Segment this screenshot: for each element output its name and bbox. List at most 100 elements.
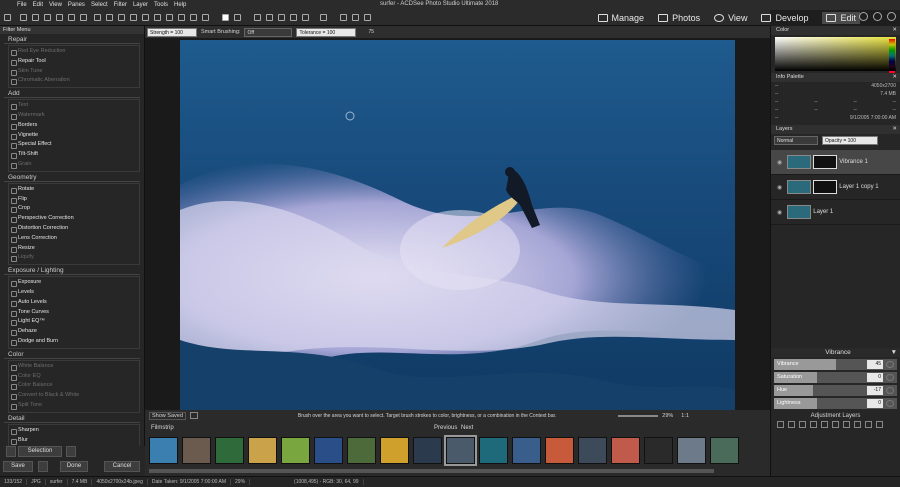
filmstrip-thumbnail[interactable] xyxy=(215,437,244,464)
filmstrip-thumbnail[interactable] xyxy=(512,437,541,464)
adjustment-slider[interactable]: Hue -17 xyxy=(774,385,897,396)
filter-item[interactable]: Flip xyxy=(9,195,139,205)
eye-icon[interactable]: ◉ xyxy=(777,159,782,166)
filmstrip-scrollbar[interactable] xyxy=(149,469,714,473)
menu-edit[interactable]: Edit xyxy=(33,2,43,8)
filmstrip-thumbnail[interactable] xyxy=(314,437,343,464)
filter-item[interactable]: Distortion Correction xyxy=(9,224,139,234)
brush-preset-icon[interactable] xyxy=(6,446,16,457)
filmstrip-thumbnail[interactable] xyxy=(545,437,574,464)
lasso-icon[interactable] xyxy=(118,14,125,21)
ultimate-icon[interactable] xyxy=(859,12,868,21)
close-icon[interactable]: ✕ xyxy=(892,26,897,35)
filmstrip-thumbnail[interactable] xyxy=(413,437,442,464)
display-icon[interactable] xyxy=(340,14,347,21)
magic-wand-icon[interactable] xyxy=(80,14,87,21)
filter-section-header[interactable]: Geometry xyxy=(4,174,140,182)
filmstrip-thumbnail[interactable] xyxy=(479,437,508,464)
reset-icon[interactable] xyxy=(886,374,894,381)
rect-select-icon[interactable] xyxy=(94,14,101,21)
blend-mode-select[interactable]: Normal xyxy=(774,136,818,145)
smart-brushing-select[interactable]: Off xyxy=(244,27,293,37)
ellipse-select-icon[interactable] xyxy=(106,14,113,21)
slider-value-field[interactable]: -17 xyxy=(867,386,883,395)
add-layer-icon[interactable] xyxy=(865,421,872,428)
foreground-color-icon[interactable] xyxy=(222,14,229,21)
filter-item[interactable]: Perspective Correction xyxy=(9,214,139,224)
adj-color-icon[interactable] xyxy=(810,421,817,428)
filmstrip-thumbnail[interactable] xyxy=(444,435,477,466)
adjustment-slider[interactable]: Vibrance 45 xyxy=(774,359,897,370)
mode-develop[interactable]: Develop xyxy=(761,13,808,23)
actual-size-button[interactable]: 1:1 xyxy=(681,413,689,419)
filmstrip-thumbnail[interactable] xyxy=(578,437,607,464)
swap-color-icon[interactable] xyxy=(234,14,241,21)
strength-field[interactable]: Strength = 100 xyxy=(147,27,197,37)
slider-value-field[interactable]: 0 xyxy=(867,399,883,408)
previous-button[interactable]: Previous xyxy=(434,425,457,431)
filter-item[interactable]: Rotate xyxy=(9,185,139,195)
mode-view[interactable]: View xyxy=(714,13,747,23)
zoom-value[interactable]: 29% xyxy=(662,413,673,419)
next-button[interactable]: Next xyxy=(461,425,473,431)
adj-exposure-icon[interactable] xyxy=(799,421,806,428)
cancel-button[interactable]: Cancel xyxy=(104,461,140,472)
compare-icon[interactable] xyxy=(189,412,198,419)
pen-icon[interactable] xyxy=(130,14,137,21)
filmstrip-thumbnail[interactable] xyxy=(248,437,277,464)
menu-panes[interactable]: Panes xyxy=(68,2,85,8)
shape-icon[interactable] xyxy=(154,14,161,21)
rotate-icon[interactable] xyxy=(266,14,273,21)
filter-item[interactable]: Vignette xyxy=(9,131,139,141)
history-icon[interactable] xyxy=(66,446,76,457)
layer-item[interactable]: ◉ Vibrance 1 xyxy=(771,150,900,175)
filter-item[interactable]: Light EQ™ xyxy=(9,317,139,327)
menu-file[interactable]: File xyxy=(17,2,27,8)
zoom-slider[interactable] xyxy=(618,414,659,417)
tolerance-field[interactable]: Tolerance = 100 xyxy=(296,27,357,37)
filter-item[interactable]: Repair Tool xyxy=(9,57,139,67)
layer-item[interactable]: ◉ Layer 1 copy 1 xyxy=(771,175,900,200)
adj-levels-icon[interactable] xyxy=(777,421,784,428)
filmstrip-thumbnail[interactable] xyxy=(347,437,376,464)
menu-help[interactable]: Help xyxy=(174,2,186,8)
reset-icon[interactable] xyxy=(886,400,894,407)
filter-section-header[interactable]: Color xyxy=(4,351,140,359)
filter-item[interactable]: Resize xyxy=(9,244,139,254)
filter-icon[interactable] xyxy=(302,14,309,21)
menu-filter[interactable]: Filter xyxy=(114,2,127,8)
adjustment-slider[interactable]: Lightness 0 xyxy=(774,398,897,409)
close-icon[interactable]: ✕ xyxy=(892,73,897,82)
selection-button[interactable]: Selection xyxy=(18,446,62,457)
light-icon[interactable] xyxy=(278,14,285,21)
filmstrip-thumbnail[interactable] xyxy=(710,437,739,464)
reset-icon[interactable] xyxy=(886,361,894,368)
filter-section-header[interactable]: Add xyxy=(4,90,140,99)
filter-item[interactable]: Blur xyxy=(9,436,139,446)
filmstrip-thumbnail[interactable] xyxy=(380,437,409,464)
filmstrip-thumbnail[interactable] xyxy=(149,437,178,464)
filmstrip-thumbnail[interactable] xyxy=(182,437,211,464)
filter-item[interactable]: Exposure xyxy=(9,278,139,288)
filter-item[interactable]: Auto Levels xyxy=(9,298,139,308)
adj-wb-icon[interactable] xyxy=(854,421,861,428)
filmstrip-thumbnail[interactable] xyxy=(644,437,673,464)
filter-item[interactable]: Tilt-Shift xyxy=(9,150,139,160)
hue-slider[interactable] xyxy=(889,39,895,73)
adjust-icon[interactable] xyxy=(290,14,297,21)
profile-icon[interactable] xyxy=(873,12,882,21)
adjustment-slider[interactable]: Saturation 0 xyxy=(774,372,897,383)
color-picker[interactable] xyxy=(775,37,896,73)
gradient-icon[interactable] xyxy=(202,14,209,21)
slider-value-field[interactable]: 0 xyxy=(867,373,883,382)
eye-icon[interactable]: ◉ xyxy=(777,209,782,216)
filmstrip-thumbnail[interactable] xyxy=(677,437,706,464)
filter-item[interactable]: Lens Correction xyxy=(9,234,139,244)
filter-item[interactable]: Crop xyxy=(9,204,139,214)
camera-icon[interactable] xyxy=(320,14,327,21)
menu-layer[interactable]: Layer xyxy=(133,2,148,8)
settings-icon[interactable] xyxy=(887,12,896,21)
show-saved-button[interactable]: Show Saved xyxy=(149,411,186,420)
brush-icon[interactable] xyxy=(68,14,75,21)
filter-item[interactable]: Tone Curves xyxy=(9,308,139,318)
